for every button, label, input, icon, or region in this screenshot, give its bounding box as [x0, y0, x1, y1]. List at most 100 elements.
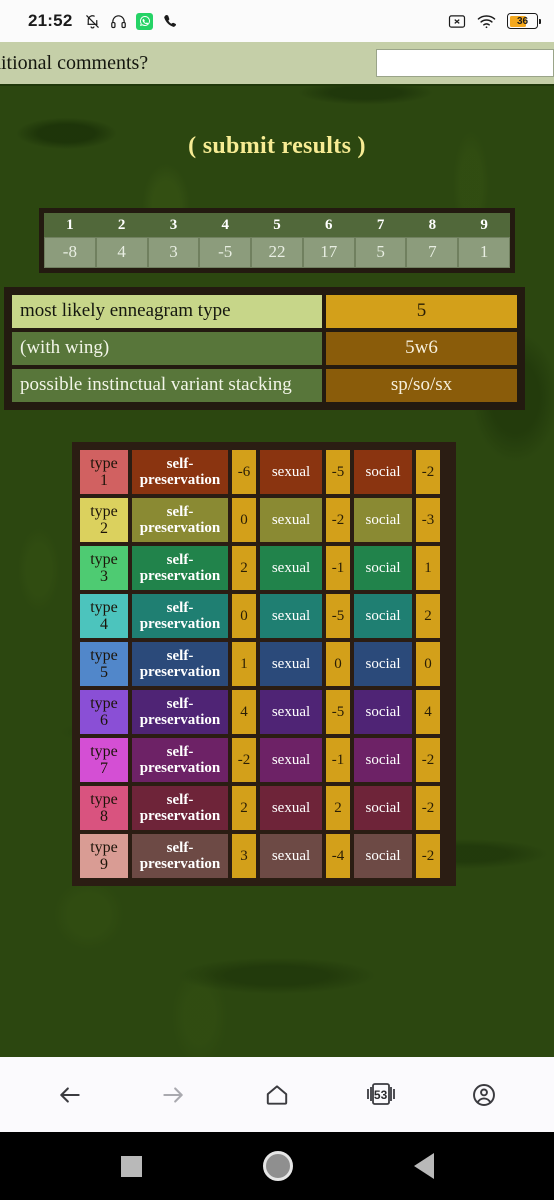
summary-label: possible instinctual variant stacking — [10, 367, 324, 404]
summary-value: sp/so/sx — [324, 367, 519, 404]
sexual-label: sexual — [258, 736, 324, 784]
sexual-score: -1 — [324, 544, 352, 592]
social-score: -2 — [414, 784, 442, 832]
score-value-cell: -5 — [199, 237, 252, 268]
sexual-score: -5 — [324, 448, 352, 496]
self-preservation-label: self-preservation — [130, 832, 230, 880]
sexual-label: sexual — [258, 592, 324, 640]
sexual-label: sexual — [258, 832, 324, 880]
recents-square-icon[interactable] — [120, 1155, 142, 1177]
type-swatch-cell: type 6 — [78, 688, 130, 736]
social-score: -2 — [414, 736, 442, 784]
table-row: most likely enneagram type 5 — [10, 293, 519, 330]
submit-results-button[interactable]: ( submit results ) — [0, 86, 554, 164]
table-row: (with wing) 5w6 — [10, 330, 519, 367]
social-score: -2 — [414, 832, 442, 880]
social-label: social — [352, 640, 414, 688]
battery-icon: 36 — [507, 13, 541, 29]
score-type-header: 7 — [354, 213, 407, 237]
self-preservation-score: 4 — [230, 688, 258, 736]
table-row: type 4 self-preservation 0 sexual -5 social 2 — [78, 592, 450, 640]
score-value-row: -8 4 3 -5 22 17 5 7 1 — [44, 237, 511, 268]
score-value-cell: 22 — [251, 237, 303, 268]
sexual-score: -5 — [324, 688, 352, 736]
score-value-cell: 3 — [147, 237, 200, 268]
social-label: social — [352, 448, 414, 496]
self-preservation-score: -6 — [230, 448, 258, 496]
cast-off-icon — [448, 14, 466, 29]
summary-value: 5 — [324, 293, 519, 330]
whatsapp-icon — [136, 12, 154, 30]
table-row: type 6 self-preservation 4 sexual -5 social 4 — [78, 688, 450, 736]
bell-muted-icon — [84, 13, 101, 30]
phone-screen: 21:52 36 ditional comments? (submit res… — [0, 0, 554, 1200]
social-label: social — [352, 496, 414, 544]
summary-table: most likely enneagram type 5 (with wing)… — [4, 287, 525, 410]
sexual-label: sexual — [258, 688, 324, 736]
score-type-header: 5 — [251, 213, 303, 237]
table-row: type 2 self-preservation 0 sexual -2 social -3 — [78, 496, 450, 544]
back-button[interactable] — [47, 1072, 93, 1118]
forward-button[interactable] — [150, 1072, 196, 1118]
table-row: possible instinctual variant stacking sp… — [10, 367, 519, 404]
tabs-button[interactable]: 53 — [358, 1072, 404, 1118]
score-type-header: 8 — [406, 213, 459, 237]
sexual-score: -5 — [324, 592, 352, 640]
score-value-cell: 17 — [302, 237, 355, 268]
score-header-row: 123456789 — [44, 213, 511, 237]
sexual-score: -1 — [324, 736, 352, 784]
social-score: -2 — [414, 448, 442, 496]
sexual-score: -4 — [324, 832, 352, 880]
type-swatch-cell: type 9 — [78, 832, 130, 880]
self-preservation-score: 0 — [230, 496, 258, 544]
profile-button[interactable] — [461, 1072, 507, 1118]
sexual-label: sexual — [258, 640, 324, 688]
self-preservation-score: 0 — [230, 592, 258, 640]
score-type-header: 9 — [458, 213, 511, 237]
sexual-label: sexual — [258, 496, 324, 544]
self-preservation-label: self-preservation — [130, 592, 230, 640]
webpage-content: ditional comments? ( submit results ) 12… — [0, 42, 554, 1057]
sexual-score: 0 — [324, 640, 352, 688]
self-preservation-score: 2 — [230, 784, 258, 832]
score-type-header: 2 — [95, 213, 148, 237]
self-preservation-score: 1 — [230, 640, 258, 688]
android-status-bar: 21:52 36 — [0, 0, 554, 42]
self-preservation-label: self-preservation — [130, 544, 230, 592]
score-type-header: 1 — [44, 213, 96, 237]
self-preservation-label: self-preservation — [130, 640, 230, 688]
battery-percent-label: 36 — [516, 15, 529, 27]
sexual-score: 2 — [324, 784, 352, 832]
back-triangle-icon[interactable] — [413, 1153, 434, 1179]
type-swatch-cell: type 1 — [78, 448, 130, 496]
status-bar-left: 21:52 — [28, 11, 178, 31]
type-swatch-cell: type 2 — [78, 496, 130, 544]
status-bar-right: 36 — [448, 13, 541, 29]
social-label: social — [352, 688, 414, 736]
type-swatch-cell: type 4 — [78, 592, 130, 640]
social-label: social — [352, 592, 414, 640]
social-score: 4 — [414, 688, 442, 736]
headphones-icon — [110, 13, 127, 30]
home-circle-icon[interactable] — [262, 1151, 293, 1181]
self-preservation-label: self-preservation — [130, 448, 230, 496]
table-row: type 5 self-preservation 1 sexual 0 social 0 — [78, 640, 450, 688]
score-value-cell: -8 — [44, 237, 96, 268]
home-button[interactable] — [254, 1072, 300, 1118]
social-score: 1 — [414, 544, 442, 592]
browser-navigation-bar: 53 — [0, 1057, 554, 1132]
table-row: type 9 self-preservation 3 sexual -4 social -2 — [78, 832, 450, 880]
type-swatch-cell: type 5 — [78, 640, 130, 688]
summary-label: (with wing) — [10, 330, 324, 367]
self-preservation-label: self-preservation — [130, 784, 230, 832]
status-bar-clock: 21:52 — [28, 11, 73, 30]
additional-comments-input[interactable] — [376, 49, 554, 77]
score-value-cell: 7 — [406, 237, 459, 268]
social-label: social — [352, 544, 414, 592]
social-label: social — [352, 784, 414, 832]
score-type-header: 3 — [147, 213, 200, 237]
social-label: social — [352, 736, 414, 784]
self-preservation-label: self-preservation — [130, 736, 230, 784]
summary-label: most likely enneagram type — [10, 293, 324, 330]
sexual-label: sexual — [258, 544, 324, 592]
